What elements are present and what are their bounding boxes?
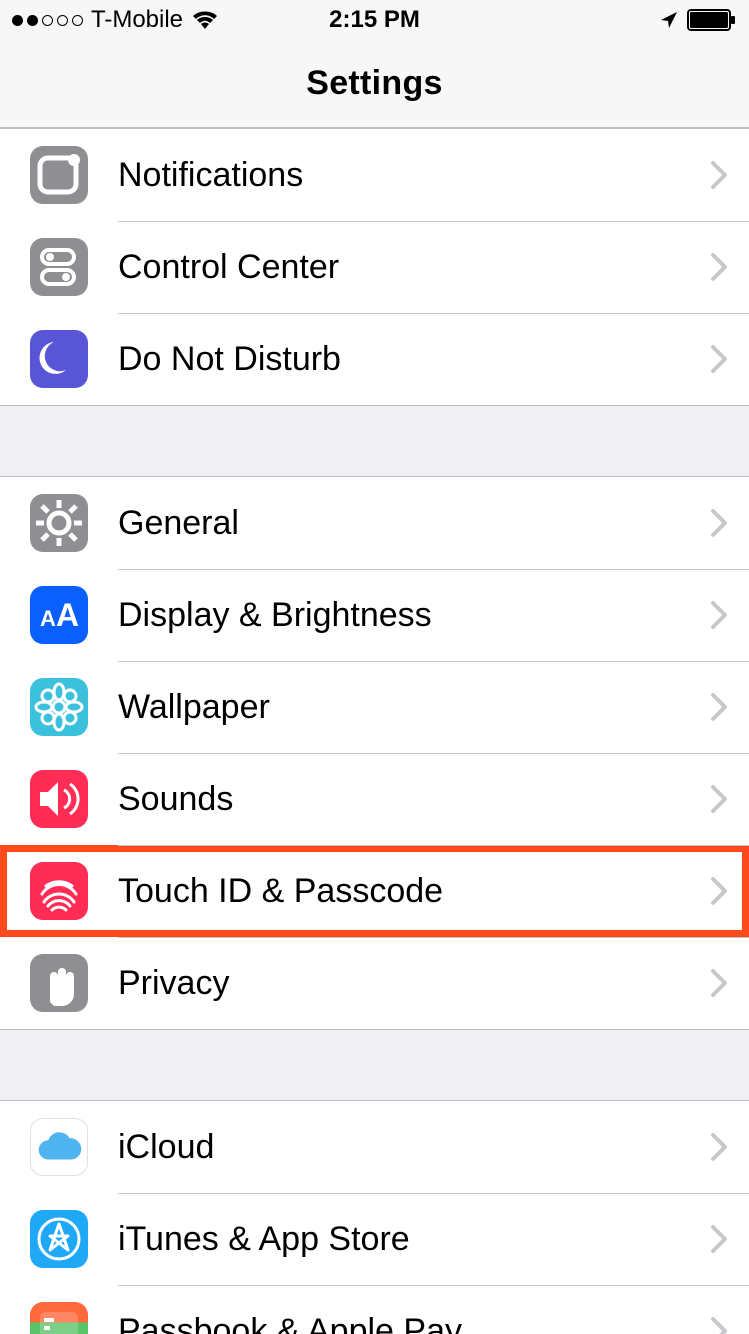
- chevron-right-icon: [709, 1223, 729, 1255]
- moon-icon: [30, 330, 88, 388]
- chevron-right-icon: [709, 1315, 729, 1334]
- settings-row-itunes-app-store[interactable]: iTunes & App Store: [0, 1193, 749, 1285]
- signal-dots-icon: [12, 15, 83, 26]
- divider: [118, 753, 749, 754]
- row-label: Privacy: [118, 964, 709, 1003]
- battery-icon: [687, 9, 737, 31]
- settings-row-icloud[interactable]: iCloud: [0, 1101, 749, 1193]
- settings-list: Notifications Control Center Do Not Distur…: [0, 128, 749, 1334]
- settings-row-control-center[interactable]: Control Center: [0, 221, 749, 313]
- row-label: Do Not Disturb: [118, 340, 709, 379]
- location-icon: [659, 10, 679, 30]
- status-bar: T-Mobile 2:15 PM: [0, 0, 749, 40]
- status-right: [659, 9, 737, 31]
- settings-group: Notifications Control Center Do Not Distur…: [0, 128, 749, 406]
- row-label: General: [118, 504, 709, 543]
- row-label: Notifications: [118, 156, 709, 195]
- divider: [118, 1193, 749, 1194]
- settings-row-display-brightness[interactable]: Display & Brightness: [0, 569, 749, 661]
- divider: [118, 569, 749, 570]
- gear-icon: [30, 494, 88, 552]
- chevron-right-icon: [709, 159, 729, 191]
- settings-row-touch-id-passcode[interactable]: Touch ID & Passcode: [0, 845, 749, 937]
- chevron-right-icon: [709, 691, 729, 723]
- cloud-icon: [30, 1118, 88, 1176]
- chevron-right-icon: [709, 1131, 729, 1163]
- settings-row-sounds[interactable]: Sounds: [0, 753, 749, 845]
- chevron-right-icon: [709, 783, 729, 815]
- chevron-right-icon: [709, 343, 729, 375]
- carrier-label: T-Mobile: [91, 6, 183, 34]
- row-label: Control Center: [118, 248, 709, 287]
- chevron-right-icon: [709, 875, 729, 907]
- row-label: Passbook & Apple Pay: [118, 1312, 709, 1334]
- speaker-icon: [30, 770, 88, 828]
- flower-icon: [30, 678, 88, 736]
- chevron-right-icon: [709, 967, 729, 999]
- settings-group: iCloud iTunes & App Store Passbook & Apple…: [0, 1100, 749, 1334]
- status-left: T-Mobile: [12, 6, 219, 34]
- control-center-icon: [30, 238, 88, 296]
- row-label: Touch ID & Passcode: [118, 872, 709, 911]
- row-label: Display & Brightness: [118, 596, 709, 635]
- settings-row-notifications[interactable]: Notifications: [0, 129, 749, 221]
- divider: [118, 221, 749, 222]
- row-label: Sounds: [118, 780, 709, 819]
- notifications-icon: [30, 146, 88, 204]
- chevron-right-icon: [709, 251, 729, 283]
- passbook-icon: [30, 1302, 88, 1334]
- page-title: Settings: [0, 40, 749, 128]
- row-label: iTunes & App Store: [118, 1220, 709, 1259]
- settings-row-do-not-disturb[interactable]: Do Not Disturb: [0, 313, 749, 405]
- divider: [118, 313, 749, 314]
- appstore-icon: [30, 1210, 88, 1268]
- divider: [118, 1285, 749, 1286]
- hand-icon: [30, 954, 88, 1012]
- divider: [118, 937, 749, 938]
- settings-row-wallpaper[interactable]: Wallpaper: [0, 661, 749, 753]
- chevron-right-icon: [709, 507, 729, 539]
- row-label: iCloud: [118, 1128, 709, 1167]
- settings-row-passbook-apple-pay[interactable]: Passbook & Apple Pay: [0, 1285, 749, 1334]
- settings-row-general[interactable]: General: [0, 477, 749, 569]
- divider: [118, 661, 749, 662]
- settings-row-privacy[interactable]: Privacy: [0, 937, 749, 1029]
- settings-group: General Display & Brightness Wallpaper Soun…: [0, 476, 749, 1030]
- divider: [118, 845, 749, 846]
- chevron-right-icon: [709, 599, 729, 631]
- wifi-icon: [191, 9, 219, 31]
- fingerprint-icon: [30, 862, 88, 920]
- aa-icon: [30, 586, 88, 644]
- row-label: Wallpaper: [118, 688, 709, 727]
